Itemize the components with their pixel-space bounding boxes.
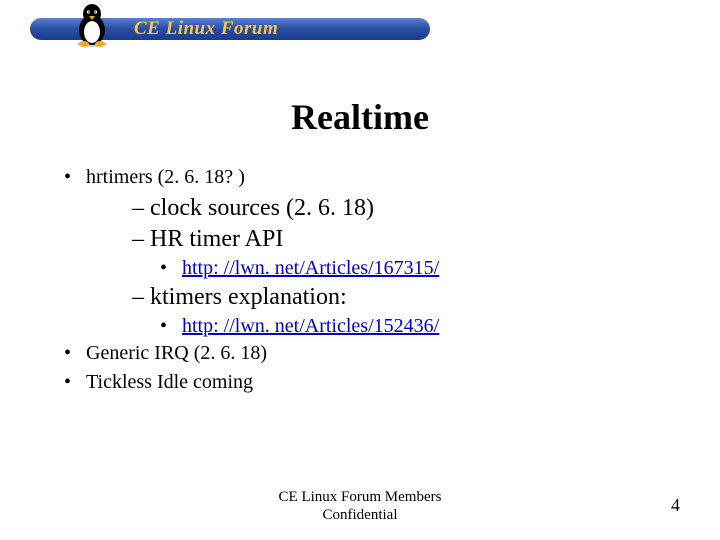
- bullet-tickless: Tickless Idle coming: [64, 371, 680, 394]
- bullet-ktimers: – ktimers explanation:: [64, 284, 680, 311]
- forum-title: CE Linux Forum: [134, 18, 278, 40]
- page-number: 4: [671, 495, 680, 516]
- link-lwn-167315[interactable]: http: //lwn. net/Articles/167315/: [182, 257, 439, 279]
- link-lwn-152436[interactable]: http: //lwn. net/Articles/152436/: [182, 315, 439, 337]
- footer-line2: Confidential: [0, 506, 720, 524]
- footer-line1: CE Linux Forum Members: [0, 488, 720, 506]
- bullet-hr-api: – HR timer API: [64, 226, 680, 253]
- slide-header: CE Linux Forum: [0, 0, 720, 48]
- bullet-clock-sources: – clock sources (2. 6. 18): [64, 195, 680, 222]
- bullet-link1: http: //lwn. net/Articles/167315/: [64, 257, 680, 280]
- bullet-hrtimers: hrtimers (2. 6. 18? ): [64, 166, 680, 189]
- tux-penguin-icon: [72, 2, 112, 48]
- slide-footer: CE Linux Forum Members Confidential: [0, 488, 720, 524]
- slide-content: hrtimers (2. 6. 18? ) – clock sources (2…: [0, 166, 720, 394]
- bullet-link2: http: //lwn. net/Articles/152436/: [64, 315, 680, 338]
- slide-title: Realtime: [0, 96, 720, 138]
- bullet-generic-irq: Generic IRQ (2. 6. 18): [64, 342, 680, 365]
